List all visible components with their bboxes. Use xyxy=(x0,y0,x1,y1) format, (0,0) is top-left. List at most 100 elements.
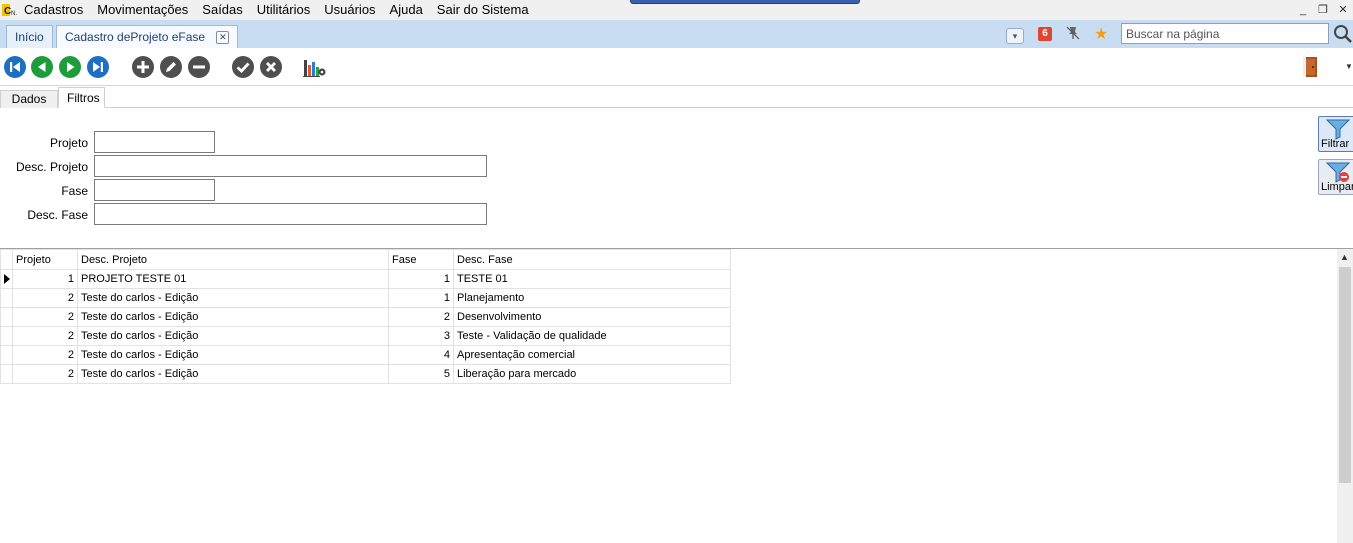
add-button[interactable] xyxy=(132,56,154,78)
cell-projeto[interactable]: 2 xyxy=(12,307,78,327)
toolbar-overflow-icon[interactable]: ▼ xyxy=(1345,62,1353,71)
search-icon[interactable] xyxy=(1333,24,1353,44)
first-record-button[interactable] xyxy=(4,56,26,78)
next-record-icon xyxy=(59,56,81,78)
cell-desc-fase[interactable]: Desenvolvimento xyxy=(453,307,731,327)
row-indicator-header xyxy=(0,249,13,270)
cell-fase[interactable]: 4 xyxy=(388,345,454,365)
cell-fase[interactable]: 3 xyxy=(388,326,454,346)
cell-fase[interactable]: 1 xyxy=(388,288,454,308)
row-indicator[interactable] xyxy=(0,364,13,384)
unpin-icon[interactable] xyxy=(1066,26,1080,46)
favorites-dropdown-icon[interactable]: ▾ xyxy=(1006,28,1024,44)
cell-fase[interactable]: 1 xyxy=(388,269,454,289)
tab-dados[interactable]: Dados xyxy=(0,90,58,108)
tab-inicio[interactable]: Início xyxy=(6,25,53,48)
tab-cadastro-label: Cadastro deProjeto eFase xyxy=(65,30,206,44)
cancel-button[interactable] xyxy=(260,56,282,78)
cell-desc-fase[interactable]: Apresentação comercial xyxy=(453,345,731,365)
fase-filter-input[interactable] xyxy=(94,179,215,201)
scroll-up-icon[interactable]: ▲ xyxy=(1340,252,1349,262)
menu-usuarios[interactable]: Usuários xyxy=(317,0,382,20)
cell-desc-projeto[interactable]: PROJETO TESTE 01 xyxy=(77,269,389,289)
window-title-strip xyxy=(630,0,860,4)
limpar-button[interactable]: Limpar xyxy=(1318,159,1353,195)
cell-desc-projeto[interactable]: Teste do carlos - Edição xyxy=(77,326,389,346)
table-row[interactable]: 2 Teste do carlos - Edição 3 Teste - Valida… xyxy=(0,326,731,346)
column-header-fase[interactable]: Fase xyxy=(388,249,454,270)
favorite-star-icon[interactable]: ★ xyxy=(1094,24,1108,44)
form-subtabs: Dados Filtros xyxy=(0,86,1353,108)
cell-desc-fase[interactable]: Liberação para mercado xyxy=(453,364,731,384)
cell-desc-projeto[interactable]: Teste do carlos - Edição xyxy=(77,345,389,365)
row-indicator[interactable] xyxy=(0,307,13,327)
grid-header-row: Projeto Desc. Projeto Fase Desc. Fase xyxy=(0,249,731,270)
table-row[interactable]: 1 PROJETO TESTE 01 1 TESTE 01 xyxy=(0,269,731,289)
fase-label: Fase xyxy=(61,184,88,198)
cell-projeto[interactable]: 2 xyxy=(12,326,78,346)
checkmark-icon xyxy=(232,56,254,78)
menu-sair-do-sistema[interactable]: Sair do Sistema xyxy=(430,0,536,20)
filtrar-label: Filtrar xyxy=(1321,138,1350,150)
cell-desc-projeto[interactable]: Teste do carlos - Edição xyxy=(77,307,389,327)
x-icon xyxy=(260,56,282,78)
results-grid: Projeto Desc. Projeto Fase Desc. Fase 1P… xyxy=(0,249,731,384)
cell-projeto[interactable]: 1 xyxy=(12,269,78,289)
notifications-badge[interactable]: 6 xyxy=(1038,27,1052,41)
app-logo-icon: C N. xyxy=(1,2,21,18)
projeto-filter-input[interactable] xyxy=(94,131,215,153)
cell-projeto[interactable]: 2 xyxy=(12,288,78,308)
report-chart-button[interactable] xyxy=(303,56,326,78)
cell-fase[interactable]: 2 xyxy=(388,307,454,327)
menu-ajuda[interactable]: Ajuda xyxy=(383,0,430,20)
column-header-desc-fase[interactable]: Desc. Fase xyxy=(453,249,731,270)
search-input[interactable] xyxy=(1121,23,1329,44)
menu-movimentacoes[interactable]: Movimentações xyxy=(90,0,195,20)
table-row[interactable]: 2 Teste do carlos - Edição 5 Liberação para… xyxy=(0,364,731,384)
funnel-icon xyxy=(1326,119,1350,140)
table-row[interactable]: 2 Teste do carlos - Edição 2 Desenvolviment… xyxy=(0,307,731,327)
cell-desc-fase[interactable]: TESTE 01 xyxy=(453,269,731,289)
last-record-button[interactable] xyxy=(87,56,109,78)
row-indicator[interactable] xyxy=(0,345,13,365)
cell-desc-fase[interactable]: Teste - Validação de qualidade xyxy=(453,326,731,346)
filtrar-button[interactable]: Filtrar xyxy=(1318,116,1353,152)
exit-door-icon[interactable] xyxy=(1302,56,1318,78)
tab-cadastro-projeto-fase[interactable]: Cadastro deProjeto eFase ✕ xyxy=(56,25,239,48)
tab-close-icon[interactable]: ✕ xyxy=(216,31,230,45)
cell-projeto[interactable]: 2 xyxy=(12,364,78,384)
clear-funnel-icon xyxy=(1326,162,1350,183)
menu-utilitarios[interactable]: Utilitários xyxy=(250,0,317,20)
close-icon[interactable]: ✕ xyxy=(1333,0,1353,20)
restore-icon[interactable]: ❐ xyxy=(1313,0,1333,20)
cell-fase[interactable]: 5 xyxy=(388,364,454,384)
desc-projeto-filter-input[interactable] xyxy=(94,155,487,177)
confirm-button[interactable] xyxy=(232,56,254,78)
row-indicator[interactable] xyxy=(0,269,13,289)
column-header-desc-projeto[interactable]: Desc. Projeto xyxy=(77,249,389,270)
cell-desc-fase[interactable]: Planejamento xyxy=(453,288,731,308)
tab-filtros[interactable]: Filtros xyxy=(58,87,105,108)
row-indicator[interactable] xyxy=(0,288,13,308)
table-row[interactable]: 2 Teste do carlos - Edição 4 Apresentação c… xyxy=(0,345,731,365)
cell-desc-projeto[interactable]: Teste do carlos - Edição xyxy=(77,364,389,384)
menu-saidas[interactable]: Saídas xyxy=(195,0,249,20)
grid-vertical-scrollbar[interactable]: ▲ xyxy=(1337,249,1353,543)
edit-button[interactable] xyxy=(160,56,182,78)
cell-desc-projeto[interactable]: Teste do carlos - Edição xyxy=(77,288,389,308)
row-indicator[interactable] xyxy=(0,326,13,346)
record-toolbar: ▼ xyxy=(0,48,1353,86)
delete-button[interactable] xyxy=(188,56,210,78)
desc-fase-filter-input[interactable] xyxy=(94,203,487,225)
scrollbar-thumb[interactable] xyxy=(1339,267,1351,483)
minus-icon xyxy=(188,56,210,78)
cell-projeto[interactable]: 2 xyxy=(12,345,78,365)
previous-record-button[interactable] xyxy=(31,56,53,78)
table-row[interactable]: 2 Teste do carlos - Edição 1 Planejamento xyxy=(0,288,731,308)
next-record-button[interactable] xyxy=(59,56,81,78)
column-header-projeto[interactable]: Projeto xyxy=(12,249,78,270)
menu-cadastros[interactable]: Cadastros xyxy=(21,0,90,20)
current-row-pointer-icon xyxy=(3,274,10,285)
minimize-icon[interactable]: _ xyxy=(1293,0,1313,20)
projeto-label: Projeto xyxy=(49,136,88,150)
